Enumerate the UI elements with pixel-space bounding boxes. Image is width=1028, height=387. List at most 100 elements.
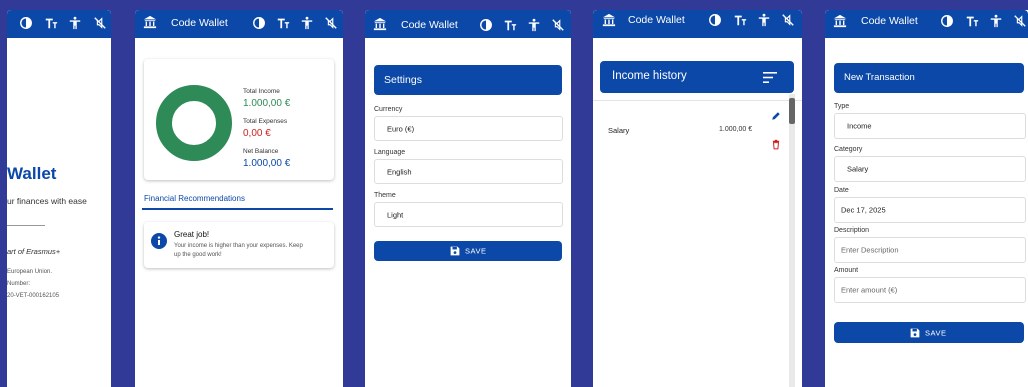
tip-text-line-1: Your income is higher than your expenses… (174, 243, 303, 249)
no-sound-icon[interactable] (1013, 14, 1027, 28)
edit-icon[interactable] (771, 111, 781, 121)
contrast-icon[interactable] (940, 14, 954, 28)
type-value: Income (847, 121, 872, 131)
accessibility-icon[interactable] (300, 16, 314, 30)
settings-title: Settings (384, 74, 422, 86)
category-select[interactable]: Salary (834, 156, 1026, 182)
save-icon (910, 328, 920, 338)
contrast-icon[interactable] (479, 18, 493, 32)
dashboard-screen: Code Wallet Total Income 1.000,00 € Tota… (135, 10, 343, 387)
currency-label: Currency (374, 106, 403, 113)
scrollbar-thumb[interactable] (789, 98, 795, 124)
tip-text-line-2: up the good work! (174, 252, 222, 258)
net-balance-label: Net Balance (243, 148, 279, 155)
new-transaction-screen: Code Wallet New Transaction Type Income … (825, 10, 1028, 387)
language-value: English (387, 167, 412, 176)
currency-value: Euro (€) (387, 124, 415, 133)
date-value: Dec 17, 2025 (841, 205, 886, 215)
theme-select[interactable]: Light (374, 202, 563, 227)
net-balance-value: 1.000,00 € (243, 158, 291, 169)
date-label: Date (834, 187, 849, 194)
language-label: Language (374, 149, 406, 156)
info-icon (151, 233, 167, 249)
save-icon (450, 246, 460, 256)
text-size-icon[interactable] (733, 13, 747, 27)
welcome-subtitle: ur finances with ease (7, 196, 87, 206)
app-title: Code Wallet (628, 14, 685, 26)
income-history-screen: Code Wallet Income history Salary 1.000,… (593, 10, 802, 387)
bank-icon[interactable] (143, 15, 157, 29)
no-sound-icon[interactable] (551, 18, 565, 32)
language-select[interactable]: English (374, 159, 563, 184)
text-size-icon[interactable] (276, 16, 290, 30)
top-app-bar: Code Wallet (365, 10, 571, 38)
scrollbar-track[interactable] (789, 94, 795, 387)
bank-icon[interactable] (373, 17, 387, 31)
delete-icon[interactable] (771, 139, 781, 150)
total-income-value: 1.000,00 € (243, 98, 291, 109)
no-sound-icon[interactable] (324, 16, 338, 30)
category-label: Category (834, 146, 863, 153)
contrast-icon[interactable] (708, 13, 722, 27)
text-size-icon[interactable] (503, 18, 517, 32)
total-expenses-label: Total Expenses (243, 118, 288, 125)
top-app-bar (7, 10, 111, 38)
amount-label: Amount (834, 267, 859, 274)
transaction-title: New Transaction (844, 72, 915, 83)
contrast-icon[interactable] (19, 16, 33, 30)
save-label: SAVE (465, 246, 487, 256)
accessibility-icon[interactable] (527, 18, 541, 32)
settings-header: Settings (374, 65, 562, 95)
currency-select[interactable]: Euro (€) (374, 116, 563, 141)
welcome-title: Wallet (7, 164, 57, 183)
history-header: Income history (600, 61, 794, 93)
contrast-icon[interactable] (252, 16, 266, 30)
top-app-bar: Code Wallet (825, 10, 1028, 38)
tip-title: Great job! (174, 230, 210, 239)
accessibility-icon[interactable] (68, 16, 82, 30)
app-title: Code Wallet (401, 19, 458, 31)
menu-icon[interactable] (763, 72, 777, 83)
erasmus-credit: art of Erasmus+ (7, 247, 61, 256)
amount-placeholder: Enter amount (€) (841, 285, 898, 295)
theme-value: Light (387, 210, 404, 219)
funding-line-1: European Union. (7, 269, 53, 275)
balance-donut-chart (156, 85, 232, 161)
save-settings-button[interactable]: SAVE (374, 241, 562, 261)
amount-input[interactable]: Enter amount (€) (834, 277, 1026, 303)
type-select[interactable]: Income (834, 113, 1026, 139)
recommendation-card: Great job! Your income is higher than yo… (144, 222, 334, 268)
donut-income-segment (156, 85, 232, 161)
welcome-screen: Wallet ur finances with ease art of Eras… (7, 10, 111, 387)
theme-label: Theme (374, 192, 396, 199)
recommendations-underline (142, 208, 333, 210)
funding-line-2: Number: (7, 281, 31, 287)
text-size-icon[interactable] (44, 16, 58, 30)
transaction-header: New Transaction (834, 63, 1024, 93)
no-sound-icon[interactable] (781, 13, 795, 27)
app-title: Code Wallet (861, 15, 918, 27)
funding-line-3: 20-VET-000162105 (7, 293, 60, 299)
save-transaction-button[interactable]: SAVE (834, 322, 1024, 343)
text-size-icon[interactable] (965, 14, 979, 28)
no-sound-icon[interactable] (93, 16, 107, 30)
history-item-name: Salary (608, 126, 630, 135)
save-label: SAVE (925, 328, 947, 337)
top-app-bar: Code Wallet (593, 10, 802, 38)
date-field[interactable]: Dec 17, 2025 (834, 197, 1026, 223)
accessibility-icon[interactable] (757, 13, 771, 27)
category-value: Salary (847, 164, 869, 174)
history-title: Income history (612, 70, 687, 82)
divider (7, 225, 45, 226)
recommendations-heading: Financial Recommendations (144, 194, 245, 203)
bank-icon[interactable] (833, 14, 847, 28)
description-input[interactable]: Enter Description (834, 237, 1026, 263)
bank-icon[interactable] (602, 13, 616, 27)
type-label: Type (834, 103, 850, 110)
divider (593, 100, 802, 101)
summary-card: Total Income 1.000,00 € Total Expenses 0… (144, 59, 334, 180)
accessibility-icon[interactable] (989, 14, 1003, 28)
description-label: Description (834, 227, 870, 234)
settings-screen: Code Wallet Settings Currency Euro (€) L… (365, 10, 571, 387)
total-income-label: Total Income (243, 88, 280, 95)
